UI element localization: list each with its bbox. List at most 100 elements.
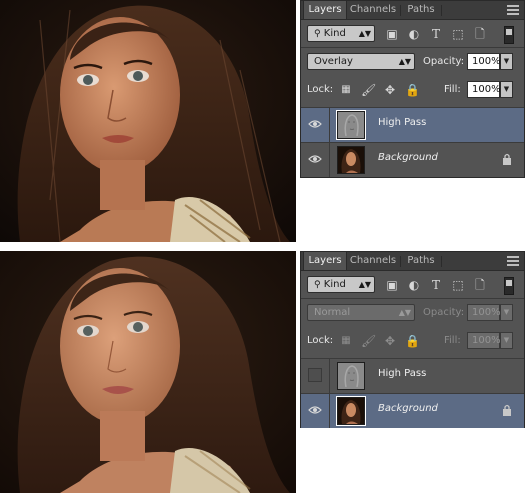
blend-mode-value: Normal bbox=[314, 307, 351, 318]
opacity-value: 100% bbox=[472, 56, 501, 67]
opacity-label: Opacity: bbox=[423, 307, 465, 318]
tab-layers[interactable]: Layers bbox=[303, 1, 347, 19]
lock-transparent-icon[interactable]: ▦ bbox=[339, 83, 353, 97]
divider bbox=[329, 359, 330, 393]
chevron-updown-icon: ▲▼ bbox=[358, 29, 371, 38]
portrait-photo-original bbox=[0, 251, 296, 493]
chevron-updown-icon: ▲▼ bbox=[358, 280, 371, 289]
lock-label: Lock: bbox=[307, 335, 334, 346]
type-filter-icon[interactable]: T bbox=[429, 27, 443, 41]
tab-paths[interactable]: Paths bbox=[402, 252, 440, 270]
lock-all-icon[interactable]: 🔒 bbox=[405, 83, 420, 97]
filter-toggle[interactable] bbox=[504, 26, 514, 44]
layer-row-high-pass[interactable]: High Pass bbox=[301, 107, 524, 142]
lock-paint-icon[interactable]: 🖌 bbox=[361, 334, 376, 348]
lock-paint-icon[interactable]: 🖌 bbox=[361, 83, 376, 97]
lock-row: Lock: ▦ 🖌 ✥ 🔒 Fill: 100% ▼ bbox=[301, 332, 524, 350]
layer-thumbnail-high-pass[interactable] bbox=[336, 110, 366, 140]
layer-thumbnail-background[interactable] bbox=[337, 146, 365, 174]
filter-kind-label: Kind bbox=[323, 28, 346, 39]
tab-layers[interactable]: Layers bbox=[303, 252, 347, 270]
panel-menu-icon[interactable] bbox=[507, 256, 519, 266]
blend-mode-value: Overlay bbox=[314, 56, 353, 67]
image-filter-icon[interactable]: ▣ bbox=[385, 27, 399, 41]
smart-object-filter-icon[interactable]: 🗋 bbox=[473, 278, 487, 292]
fill-field[interactable]: 100% ▼ bbox=[467, 81, 513, 98]
eye-icon[interactable] bbox=[308, 404, 322, 416]
eye-icon[interactable] bbox=[308, 153, 322, 165]
tab-channels[interactable]: Channels bbox=[347, 252, 399, 270]
opacity-value: 100% bbox=[472, 307, 501, 318]
tab-divider bbox=[400, 256, 401, 267]
opacity-field[interactable]: 100% ▼ bbox=[467, 304, 513, 321]
chevron-updown-icon: ▲▼ bbox=[398, 57, 411, 66]
layers-panel-top: Layers Channels Paths ⚲ Kind ▲▼ ▣ ◐ T ⬚ … bbox=[300, 0, 525, 178]
divider bbox=[329, 394, 330, 428]
divider bbox=[329, 108, 330, 142]
tab-divider bbox=[441, 5, 442, 16]
eye-icon[interactable] bbox=[308, 118, 322, 130]
type-filter-icon[interactable]: T bbox=[429, 278, 443, 292]
chevron-updown-icon: ▲▼ bbox=[398, 308, 411, 317]
lock-all-icon[interactable]: 🔒 bbox=[405, 334, 420, 348]
divider bbox=[301, 47, 524, 48]
shape-filter-icon[interactable]: ⬚ bbox=[451, 27, 465, 41]
lock-label: Lock: bbox=[307, 84, 334, 95]
shape-filter-icon[interactable]: ⬚ bbox=[451, 278, 465, 292]
lock-position-icon[interactable]: ✥ bbox=[383, 83, 397, 97]
blend-mode-select[interactable]: Normal ▲▼ bbox=[307, 304, 415, 321]
layer-thumbnail-high-pass[interactable] bbox=[337, 362, 365, 390]
chevron-down-icon[interactable]: ▼ bbox=[500, 332, 513, 349]
filter-row: ⚲ Kind ▲▼ ▣ ◐ T ⬚ 🗋 bbox=[301, 25, 524, 44]
visibility-toggle-hidden[interactable] bbox=[308, 368, 322, 382]
layer-name[interactable]: High Pass bbox=[378, 368, 426, 379]
lock-icon bbox=[503, 153, 511, 165]
filter-kind-select[interactable]: ⚲ Kind ▲▼ bbox=[307, 25, 375, 42]
lock-icon bbox=[503, 404, 511, 416]
layer-name[interactable]: High Pass bbox=[378, 117, 426, 128]
layer-thumbnail-background[interactable] bbox=[336, 396, 366, 426]
blend-mode-select[interactable]: Overlay ▲▼ bbox=[307, 53, 415, 70]
filter-kind-label: Kind bbox=[323, 279, 346, 290]
lock-transparent-icon[interactable]: ▦ bbox=[339, 334, 353, 348]
filter-kind-select[interactable]: ⚲ Kind ▲▼ bbox=[307, 276, 375, 293]
blend-row: Overlay ▲▼ Opacity: 100% ▼ bbox=[301, 53, 524, 71]
fill-value: 100% bbox=[472, 335, 501, 346]
layer-name[interactable]: Background bbox=[378, 152, 438, 163]
adjustment-filter-icon[interactable]: ◐ bbox=[407, 27, 421, 41]
blend-row: Normal ▲▼ Opacity: 100% ▼ bbox=[301, 304, 524, 322]
tab-paths[interactable]: Paths bbox=[402, 1, 440, 19]
lock-position-icon[interactable]: ✥ bbox=[383, 334, 397, 348]
panel-tab-bar: Layers Channels Paths bbox=[301, 1, 524, 20]
layer-row-background[interactable]: Background bbox=[301, 142, 524, 177]
tab-divider bbox=[400, 5, 401, 16]
tab-divider bbox=[441, 256, 442, 267]
layer-row-high-pass[interactable]: High Pass bbox=[301, 358, 524, 393]
portrait-photo-sharpened bbox=[0, 0, 296, 242]
chevron-down-icon[interactable]: ▼ bbox=[500, 304, 513, 321]
opacity-field[interactable]: 100% ▼ bbox=[467, 53, 513, 70]
chevron-down-icon[interactable]: ▼ bbox=[500, 53, 513, 70]
filter-row: ⚲ Kind ▲▼ ▣ ◐ T ⬚ 🗋 bbox=[301, 276, 524, 295]
adjustment-filter-icon[interactable]: ◐ bbox=[407, 278, 421, 292]
fill-label: Fill: bbox=[444, 335, 461, 346]
image-filter-icon[interactable]: ▣ bbox=[385, 278, 399, 292]
fill-label: Fill: bbox=[444, 84, 461, 95]
fill-field[interactable]: 100% ▼ bbox=[467, 332, 513, 349]
filter-toggle[interactable] bbox=[504, 277, 514, 295]
fill-value: 100% bbox=[472, 84, 501, 95]
lock-row: Lock: ▦ 🖌 ✥ 🔒 Fill: 100% ▼ bbox=[301, 81, 524, 99]
layers-panel-bottom: Layers Channels Paths ⚲ Kind ▲▼ ▣ ◐ T ⬚ … bbox=[300, 251, 525, 428]
panel-menu-icon[interactable] bbox=[507, 5, 519, 15]
smart-object-filter-icon[interactable]: 🗋 bbox=[473, 27, 487, 41]
divider bbox=[301, 298, 524, 299]
search-icon: ⚲ bbox=[314, 280, 321, 290]
layer-name[interactable]: Background bbox=[378, 403, 438, 414]
search-icon: ⚲ bbox=[314, 29, 321, 39]
opacity-label: Opacity: bbox=[423, 56, 465, 67]
tab-channels[interactable]: Channels bbox=[347, 1, 399, 19]
layer-row-background[interactable]: Background bbox=[301, 393, 524, 428]
divider bbox=[329, 143, 330, 177]
chevron-down-icon[interactable]: ▼ bbox=[500, 81, 513, 98]
panel-tab-bar: Layers Channels Paths bbox=[301, 252, 524, 271]
